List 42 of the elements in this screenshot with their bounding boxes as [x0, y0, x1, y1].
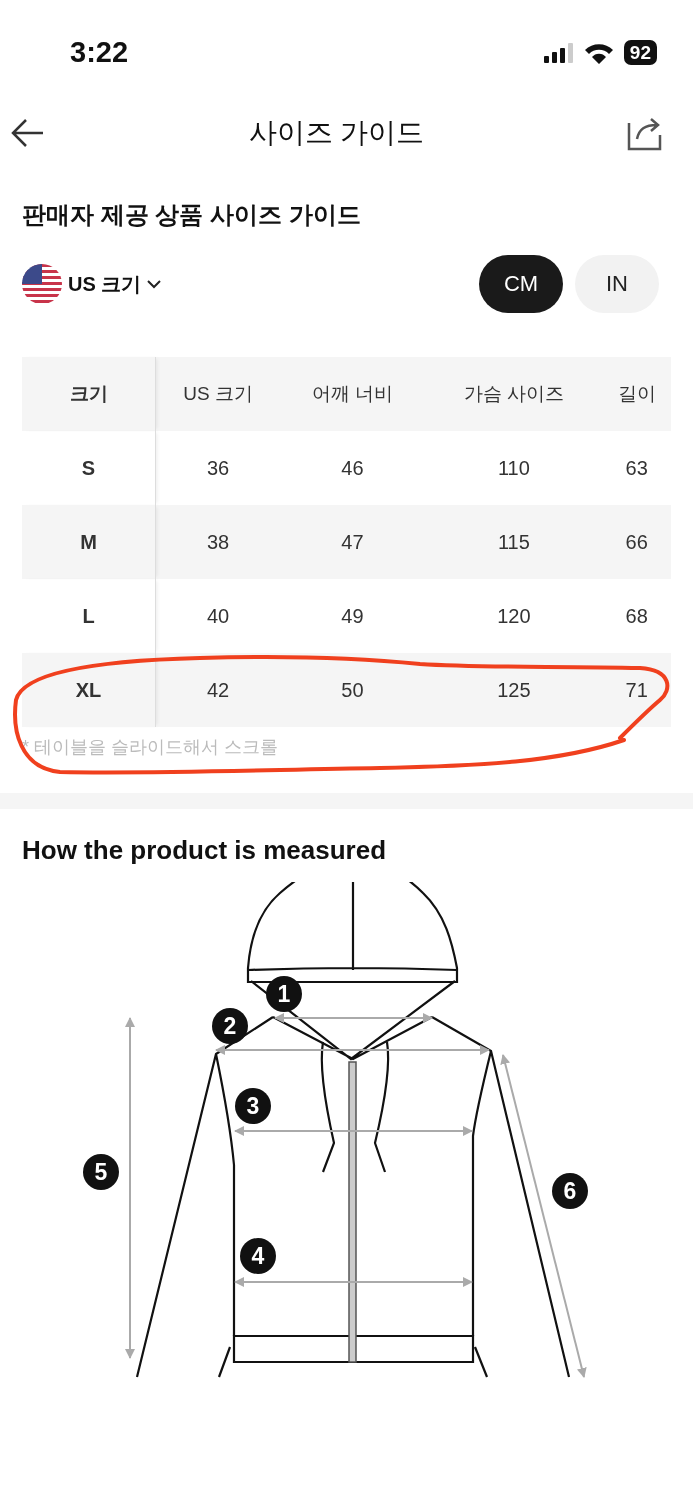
page-title: 사이즈 가이드 — [248, 116, 425, 150]
column-header: 가슴 사이즈 — [424, 357, 603, 431]
number-marker: 1 — [266, 976, 302, 1012]
table-cell: 66 — [602, 505, 671, 579]
table-cell: 68 — [602, 579, 671, 653]
share-icon[interactable] — [627, 115, 663, 151]
section-title: 판매자 제공 상품 사이즈 가이드 — [21, 200, 362, 230]
table-cell: 46 — [280, 431, 425, 505]
table-cell: 63 — [602, 431, 671, 505]
table-cell: 50 — [280, 653, 425, 727]
table-cell: 40 — [155, 579, 281, 653]
flag-icon — [22, 264, 62, 304]
table-cell: 71 — [602, 653, 671, 727]
status-time: 3:22 — [70, 36, 129, 69]
signal-icon — [543, 42, 574, 63]
column-header: 길이 — [602, 357, 671, 431]
unit-toggle[interactable]: CM — [479, 255, 563, 313]
unit-toggle[interactable]: IN — [575, 255, 659, 313]
number-marker: 5 — [83, 1154, 119, 1190]
battery-level: 92 — [623, 40, 657, 65]
chevron-icon — [147, 279, 162, 289]
table-cell: XL — [22, 653, 156, 727]
number-marker: 3 — [235, 1088, 271, 1124]
column-header: 어깨 너비 — [280, 357, 425, 431]
wifi-icon — [583, 41, 614, 64]
number-marker: 6 — [552, 1173, 588, 1209]
table-cell: 38 — [155, 505, 281, 579]
table-cell: 42 — [155, 653, 281, 727]
table-cell: 125 — [424, 653, 603, 727]
table-cell: 47 — [280, 505, 425, 579]
table-cell: M — [22, 505, 156, 579]
number-marker: 4 — [240, 1238, 276, 1274]
column-header: US 크기 — [155, 357, 281, 431]
column-header: 크기 — [22, 357, 156, 431]
table-cell: 36 — [155, 431, 281, 505]
table-cell: 49 — [280, 579, 425, 653]
table-cell: 120 — [424, 579, 603, 653]
table-cell: 110 — [424, 431, 603, 505]
table-cell: 115 — [424, 505, 603, 579]
measure-title: How the product is measured — [21, 834, 388, 866]
number-marker: 2 — [212, 1008, 248, 1044]
size-system-dropdown[interactable]: US 크기 — [22, 264, 162, 304]
